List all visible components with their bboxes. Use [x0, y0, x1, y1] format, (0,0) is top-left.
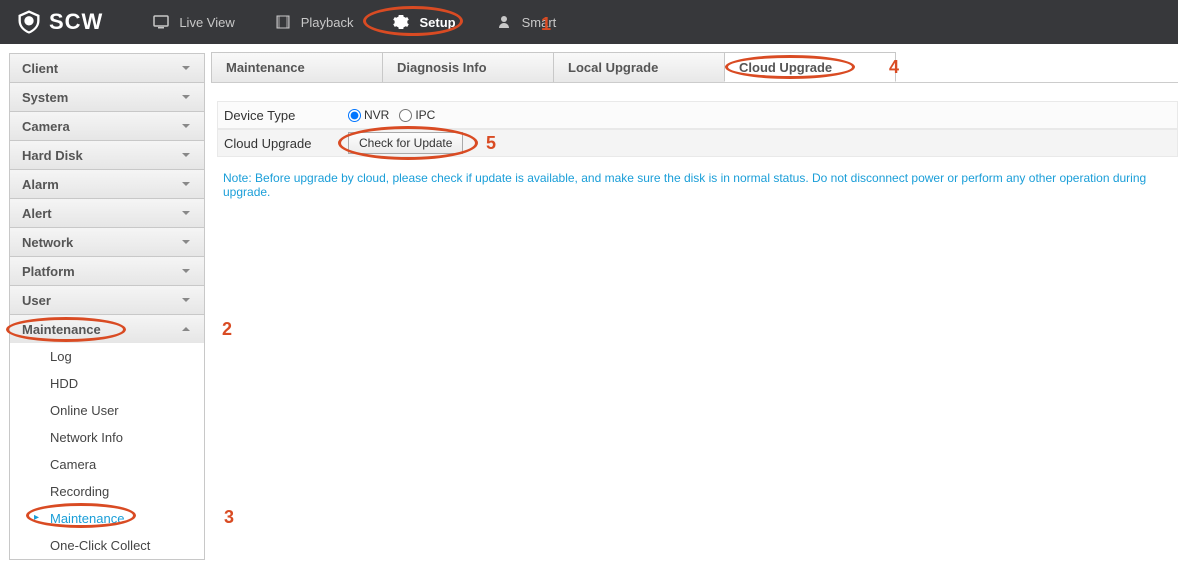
radio-ipc[interactable]: IPC: [399, 108, 435, 122]
tab-label: Local Upgrade: [568, 60, 658, 75]
sidebar-group-client[interactable]: Client: [9, 53, 205, 82]
nav-setup[interactable]: Setup: [373, 0, 475, 44]
tab-local-upgrade[interactable]: Local Upgrade: [553, 52, 725, 82]
nav-live-view[interactable]: Live View: [133, 0, 254, 44]
sidebar-group-hard-disk[interactable]: Hard Disk: [9, 140, 205, 169]
sidebar-item-label: Camera: [50, 457, 96, 472]
tab-label: Cloud Upgrade: [739, 60, 832, 75]
annotation-number-4: 4: [889, 57, 899, 78]
chevron-down-icon: [180, 207, 192, 219]
nav-smart[interactable]: Smart: [476, 0, 577, 44]
sidebar-group-alarm[interactable]: Alarm: [9, 169, 205, 198]
top-nav: SCW Live View Playback Setup 1 Smart: [0, 0, 1178, 44]
chevron-down-icon: [180, 236, 192, 248]
check-for-update-button[interactable]: Check for Update: [348, 132, 463, 154]
sidebar-item-label: Online User: [50, 403, 119, 418]
sidebar-item-log[interactable]: Log: [10, 343, 204, 370]
cloud-upgrade-label: Cloud Upgrade: [218, 136, 348, 151]
device-type-label: Device Type: [218, 108, 348, 123]
sidebar-item-hdd[interactable]: HDD: [10, 370, 204, 397]
nav-label: Playback: [301, 15, 354, 30]
sidebar-item-online-user[interactable]: Online User: [10, 397, 204, 424]
sidebar-item-network-info[interactable]: Network Info: [10, 424, 204, 451]
smart-icon: [496, 14, 512, 30]
sidebar-group-camera[interactable]: Camera: [9, 111, 205, 140]
chevron-down-icon: [180, 294, 192, 306]
sidebar-group-alert[interactable]: Alert: [9, 198, 205, 227]
sidebar-group-label: Alarm: [22, 177, 59, 192]
nav-label: Smart: [522, 15, 557, 30]
film-icon: [275, 14, 291, 30]
tab-label: Maintenance: [226, 60, 305, 75]
sidebar-item-label: Maintenance: [50, 511, 124, 526]
sidebar-group-user[interactable]: User: [9, 285, 205, 314]
sidebar-item-maintenance[interactable]: Maintenance 3: [10, 505, 204, 532]
sidebar-group-label: Platform: [22, 264, 75, 279]
sidebar-maintenance-submenu: Log HDD Online User Network Info Camera …: [9, 343, 205, 560]
form-area: Device Type NVR IPC Cloud Upgrade Check …: [211, 83, 1178, 199]
content-area: Maintenance Diagnosis Info Local Upgrade…: [205, 44, 1178, 560]
sidebar-item-label: Recording: [50, 484, 109, 499]
radio-nvr-input[interactable]: [348, 109, 361, 122]
sidebar-item-recording[interactable]: Recording: [10, 478, 204, 505]
sidebar-item-label: Log: [50, 349, 72, 364]
sidebar-group-network[interactable]: Network: [9, 227, 205, 256]
shield-icon: [15, 8, 43, 36]
sidebar-group-label: System: [22, 90, 68, 105]
row-device-type: Device Type NVR IPC: [217, 101, 1178, 129]
chevron-down-icon: [180, 62, 192, 74]
sidebar-group-label: User: [22, 293, 51, 308]
sidebar-group-label: Client: [22, 61, 58, 76]
sidebar-group-system[interactable]: System: [9, 82, 205, 111]
sidebar-item-label: One-Click Collect: [50, 538, 150, 553]
radio-ipc-input[interactable]: [399, 109, 412, 122]
sidebar-group-label: Camera: [22, 119, 70, 134]
chevron-down-icon: [180, 149, 192, 161]
upgrade-note: Note: Before upgrade by cloud, please ch…: [217, 157, 1178, 199]
annotation-number-5: 5: [486, 133, 496, 154]
logo-text: SCW: [49, 9, 103, 35]
sidebar-item-one-click-collect[interactable]: One-Click Collect: [10, 532, 204, 559]
tab-maintenance[interactable]: Maintenance: [211, 52, 383, 82]
sidebar-group-label: Hard Disk: [22, 148, 83, 163]
gear-icon: [393, 14, 409, 30]
sidebar-item-camera[interactable]: Camera: [10, 451, 204, 478]
sidebar-group-maintenance[interactable]: Maintenance 2: [9, 314, 205, 343]
chevron-down-icon: [180, 120, 192, 132]
radio-label: IPC: [415, 108, 435, 122]
sidebar-group-platform[interactable]: Platform: [9, 256, 205, 285]
nav-label: Live View: [179, 15, 234, 30]
sidebar: Client System Camera Hard Disk Alarm Ale…: [0, 44, 205, 560]
chevron-down-icon: [180, 91, 192, 103]
chevron-up-icon: [180, 323, 192, 335]
tab-diagnosis-info[interactable]: Diagnosis Info: [382, 52, 554, 82]
sidebar-item-label: Network Info: [50, 430, 123, 445]
chevron-down-icon: [180, 265, 192, 277]
row-cloud-upgrade: Cloud Upgrade Check for Update 5: [217, 129, 1178, 157]
tab-label: Diagnosis Info: [397, 60, 487, 75]
sidebar-group-label: Alert: [22, 206, 52, 221]
sidebar-group-label: Network: [22, 235, 73, 250]
tab-cloud-upgrade[interactable]: Cloud Upgrade 4: [724, 52, 896, 82]
tabs: Maintenance Diagnosis Info Local Upgrade…: [211, 52, 1178, 83]
sidebar-group-label: Maintenance: [22, 322, 101, 337]
radio-label: NVR: [364, 108, 389, 122]
logo: SCW: [15, 8, 103, 36]
monitor-icon: [153, 14, 169, 30]
nav-playback[interactable]: Playback: [255, 0, 374, 44]
sidebar-item-label: HDD: [50, 376, 78, 391]
radio-nvr[interactable]: NVR: [348, 108, 389, 122]
nav-label: Setup: [419, 15, 455, 30]
chevron-down-icon: [180, 178, 192, 190]
